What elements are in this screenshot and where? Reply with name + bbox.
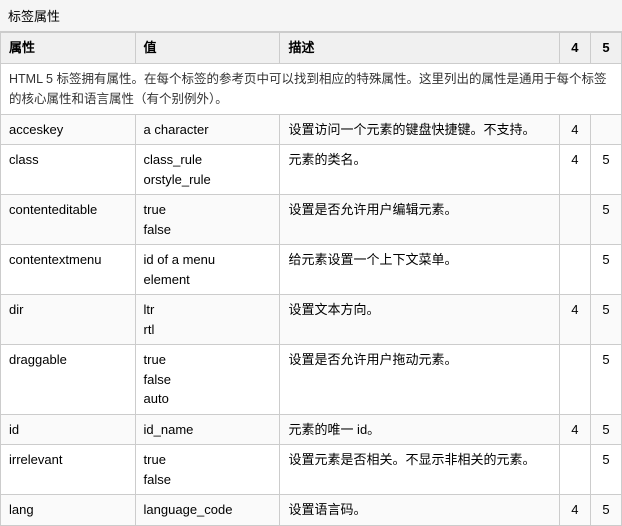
- cell-value: truefalse: [135, 445, 280, 495]
- cell-desc: 设置访问一个元素的键盘快捷键。不支持。: [280, 114, 559, 145]
- table-row: acceskeya character设置访问一个元素的键盘快捷键。不支持。4: [1, 114, 622, 145]
- cell-attr: id: [1, 414, 136, 445]
- header-col4: 4: [559, 33, 590, 64]
- cell-col5: 5: [590, 345, 621, 415]
- cell-col5: 5: [590, 495, 621, 526]
- table-row: contentextmenuid of a menuelement给元素设置一个…: [1, 245, 622, 295]
- cell-col4: 4: [559, 114, 590, 145]
- cell-value: truefalse: [135, 195, 280, 245]
- header-desc: 描述: [280, 33, 559, 64]
- cell-value: truefalseauto: [135, 345, 280, 415]
- intro-text: HTML 5 标签拥有属性。在每个标签的参考页中可以找到相应的特殊属性。这里列出…: [1, 63, 622, 114]
- cell-value: class_ruleorstyle_rule: [135, 145, 280, 195]
- cell-col5: [590, 114, 621, 145]
- table-row: dirltrrtl设置文本方向。45: [1, 295, 622, 345]
- cell-col5: 5: [590, 145, 621, 195]
- cell-value: language_code: [135, 495, 280, 526]
- table-row: irrelevanttruefalse设置元素是否相关。不显示非相关的元素。 5: [1, 445, 622, 495]
- table-row: draggabletruefalseauto设置是否允许用户拖动元素。 5: [1, 345, 622, 415]
- cell-value: ltrrtl: [135, 295, 280, 345]
- header-value: 值: [135, 33, 280, 64]
- cell-col4: 4: [559, 414, 590, 445]
- cell-desc: 设置是否允许用户拖动元素。: [280, 345, 559, 415]
- cell-value: id_name: [135, 414, 280, 445]
- cell-attr: acceskey: [1, 114, 136, 145]
- cell-col4: 4: [559, 295, 590, 345]
- cell-attr: contentextmenu: [1, 245, 136, 295]
- intro-row: HTML 5 标签拥有属性。在每个标签的参考页中可以找到相应的特殊属性。这里列出…: [1, 63, 622, 114]
- cell-col5: 5: [590, 245, 621, 295]
- cell-attr: dir: [1, 295, 136, 345]
- cell-desc: 设置文本方向。: [280, 295, 559, 345]
- cell-desc: 设置是否允许用户编辑元素。: [280, 195, 559, 245]
- cell-attr: draggable: [1, 345, 136, 415]
- table-row: langlanguage_code设置语言码。45: [1, 495, 622, 526]
- cell-attr: contenteditable: [1, 195, 136, 245]
- cell-desc: 设置语言码。: [280, 495, 559, 526]
- table-row: classclass_ruleorstyle_rule元素的类名。45: [1, 145, 622, 195]
- cell-col4: [559, 245, 590, 295]
- cell-col4: 4: [559, 145, 590, 195]
- cell-col5: 5: [590, 445, 621, 495]
- table-row: idid_name元素的唯一 id。45: [1, 414, 622, 445]
- cell-desc: 元素的唯一 id。: [280, 414, 559, 445]
- page-title: 标签属性: [0, 0, 622, 32]
- cell-desc: 设置元素是否相关。不显示非相关的元素。: [280, 445, 559, 495]
- attributes-table: 属性 值 描述 4 5 HTML 5 标签拥有属性。在每个标签的参考页中可以找到…: [0, 32, 622, 526]
- header-col5: 5: [590, 33, 621, 64]
- table-row: contenteditabletruefalse设置是否允许用户编辑元素。 5: [1, 195, 622, 245]
- cell-attr: irrelevant: [1, 445, 136, 495]
- cell-col5: 5: [590, 295, 621, 345]
- header-attr: 属性: [1, 33, 136, 64]
- cell-desc: 给元素设置一个上下文菜单。: [280, 245, 559, 295]
- cell-attr: lang: [1, 495, 136, 526]
- cell-value: id of a menuelement: [135, 245, 280, 295]
- cell-value: a character: [135, 114, 280, 145]
- cell-attr: class: [1, 145, 136, 195]
- cell-col4: [559, 345, 590, 415]
- cell-col5: 5: [590, 414, 621, 445]
- cell-col4: [559, 445, 590, 495]
- cell-col4: 4: [559, 495, 590, 526]
- cell-desc: 元素的类名。: [280, 145, 559, 195]
- cell-col5: 5: [590, 195, 621, 245]
- cell-col4: [559, 195, 590, 245]
